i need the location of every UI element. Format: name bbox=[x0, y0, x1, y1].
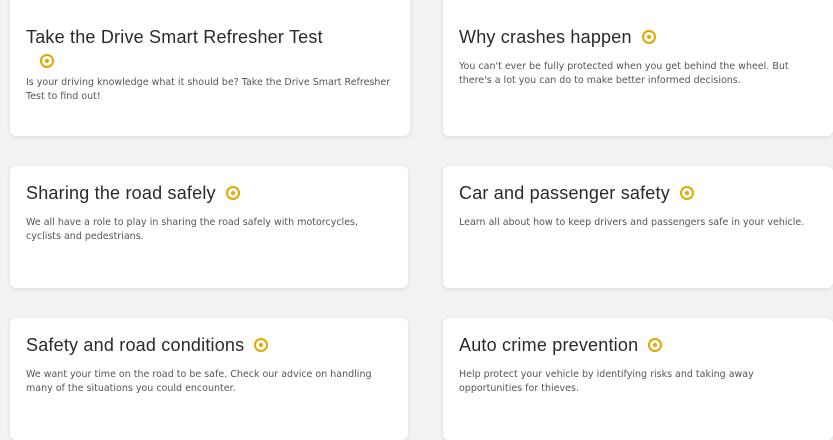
card-description: We want your time on the road to be safe… bbox=[26, 369, 372, 394]
card-why-crashes-happen[interactable]: Why crashes happen You can't ever be ful… bbox=[443, 0, 833, 136]
card-description: Is your driving knowledge what it should… bbox=[26, 77, 391, 102]
card-title-drive-smart-refresher-test: Take the Drive Smart Refresher Test bbox=[26, 24, 394, 50]
card-title-why-crashes-happen: Why crashes happen bbox=[459, 24, 817, 50]
card-description: Help protect your vehicle by identifying… bbox=[459, 369, 754, 394]
card-description: Learn all about how to keep drivers and … bbox=[459, 217, 805, 228]
card-title-sharing-the-road-safely: Sharing the road safely bbox=[26, 180, 392, 206]
card-title-safety-and-road-conditions: Safety and road conditions bbox=[26, 332, 392, 358]
card-description: We all have a role to play in sharing th… bbox=[26, 217, 359, 242]
card-auto-crime-prevention[interactable]: Auto crime prevention Help protect your … bbox=[443, 318, 833, 440]
card-title-text: Take the Drive Smart Refresher Test bbox=[26, 27, 323, 47]
info-circle-icon bbox=[679, 186, 694, 200]
info-circle-icon bbox=[641, 30, 656, 44]
info-circle-icon bbox=[225, 186, 240, 200]
card-title-text: Safety and road conditions bbox=[26, 335, 245, 355]
card-title-auto-crime-prevention: Auto crime prevention bbox=[459, 332, 817, 358]
card-description: You can't ever be fully protected when y… bbox=[459, 61, 789, 86]
card-title-car-and-passenger-safety: Car and passenger safety bbox=[459, 180, 817, 206]
info-circle-icon bbox=[648, 338, 663, 352]
info-circle-icon bbox=[40, 54, 54, 68]
card-sharing-the-road-safely[interactable]: Sharing the road safely We all have a ro… bbox=[10, 166, 408, 288]
info-circle-icon bbox=[254, 338, 269, 352]
card-car-and-passenger-safety[interactable]: Car and passenger safety Learn all about… bbox=[443, 166, 833, 288]
card-title-text: Car and passenger safety bbox=[459, 183, 670, 203]
card-title-text: Sharing the road safely bbox=[26, 183, 216, 203]
card-safety-and-road-conditions[interactable]: Safety and road conditions We want your … bbox=[10, 318, 408, 440]
card-drive-smart-refresher-test[interactable]: Take the Drive Smart Refresher Test Is y… bbox=[10, 0, 410, 136]
card-title-text: Why crashes happen bbox=[459, 27, 632, 47]
card-title-text: Auto crime prevention bbox=[459, 335, 639, 355]
